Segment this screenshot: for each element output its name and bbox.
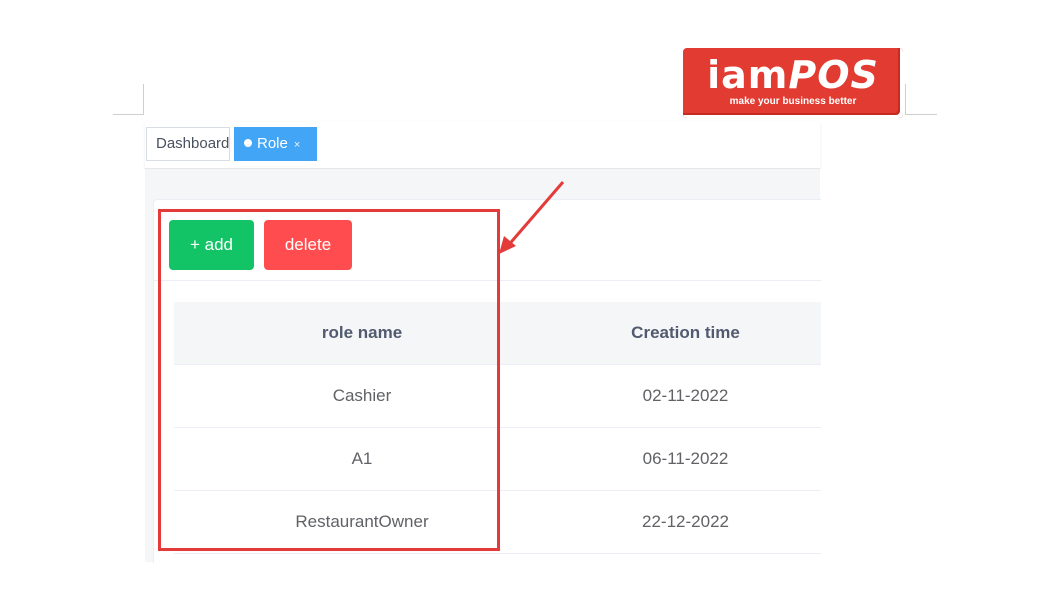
iampos-logo: iamPOS make your business better bbox=[683, 48, 903, 118]
document-margin-line bbox=[143, 84, 144, 115]
tab-dashboard-label: Dashboard bbox=[156, 135, 230, 152]
role-name-cell: RestaurantOwner bbox=[174, 490, 550, 554]
logo-wordmark: iamPOS bbox=[683, 54, 903, 96]
column-header-role-name[interactable]: role name bbox=[174, 302, 550, 365]
document-margin-line bbox=[113, 114, 144, 115]
document-margin-line bbox=[905, 114, 937, 115]
toolbar-divider bbox=[154, 280, 821, 281]
table-header-row: role name Creation time bbox=[174, 302, 821, 365]
role-table: role name Creation time Cashier 02-11-20… bbox=[174, 302, 821, 554]
logo-tagline: make your business better bbox=[729, 96, 857, 107]
logo-brand-prefix: iam bbox=[707, 53, 789, 97]
tags-view-bar: Dashboard Role × bbox=[145, 122, 820, 169]
role-name-cell: Cashier bbox=[174, 364, 550, 428]
main-content: + add delete role name Creation time Cas… bbox=[145, 169, 821, 563]
table-row[interactable]: A1 06-11-2022 bbox=[174, 427, 821, 491]
close-icon[interactable]: × bbox=[294, 129, 300, 161]
role-name-cell: A1 bbox=[174, 427, 550, 491]
logo-brand-suffix: POS bbox=[788, 53, 879, 97]
column-header-creation-time[interactable]: Creation time bbox=[550, 302, 821, 365]
document-margin-line bbox=[905, 84, 906, 115]
tab-role[interactable]: Role × bbox=[234, 127, 317, 161]
role-card: + add delete role name Creation time Cas… bbox=[153, 199, 821, 563]
creation-time-cell: 22-12-2022 bbox=[550, 490, 821, 554]
creation-time-cell: 02-11-2022 bbox=[550, 364, 821, 428]
table-row[interactable]: RestaurantOwner 22-12-2022 bbox=[174, 490, 821, 554]
active-dot-icon bbox=[244, 139, 252, 147]
table-row[interactable]: Cashier 02-11-2022 bbox=[174, 364, 821, 428]
tab-role-label: Role bbox=[257, 135, 288, 152]
add-role-button[interactable]: + add bbox=[169, 220, 254, 270]
delete-role-button[interactable]: delete bbox=[264, 220, 352, 270]
app-window: Dashboard Role × + add delete role name C… bbox=[145, 122, 821, 563]
tab-dashboard[interactable]: Dashboard bbox=[146, 127, 230, 161]
creation-time-cell: 06-11-2022 bbox=[550, 427, 821, 491]
